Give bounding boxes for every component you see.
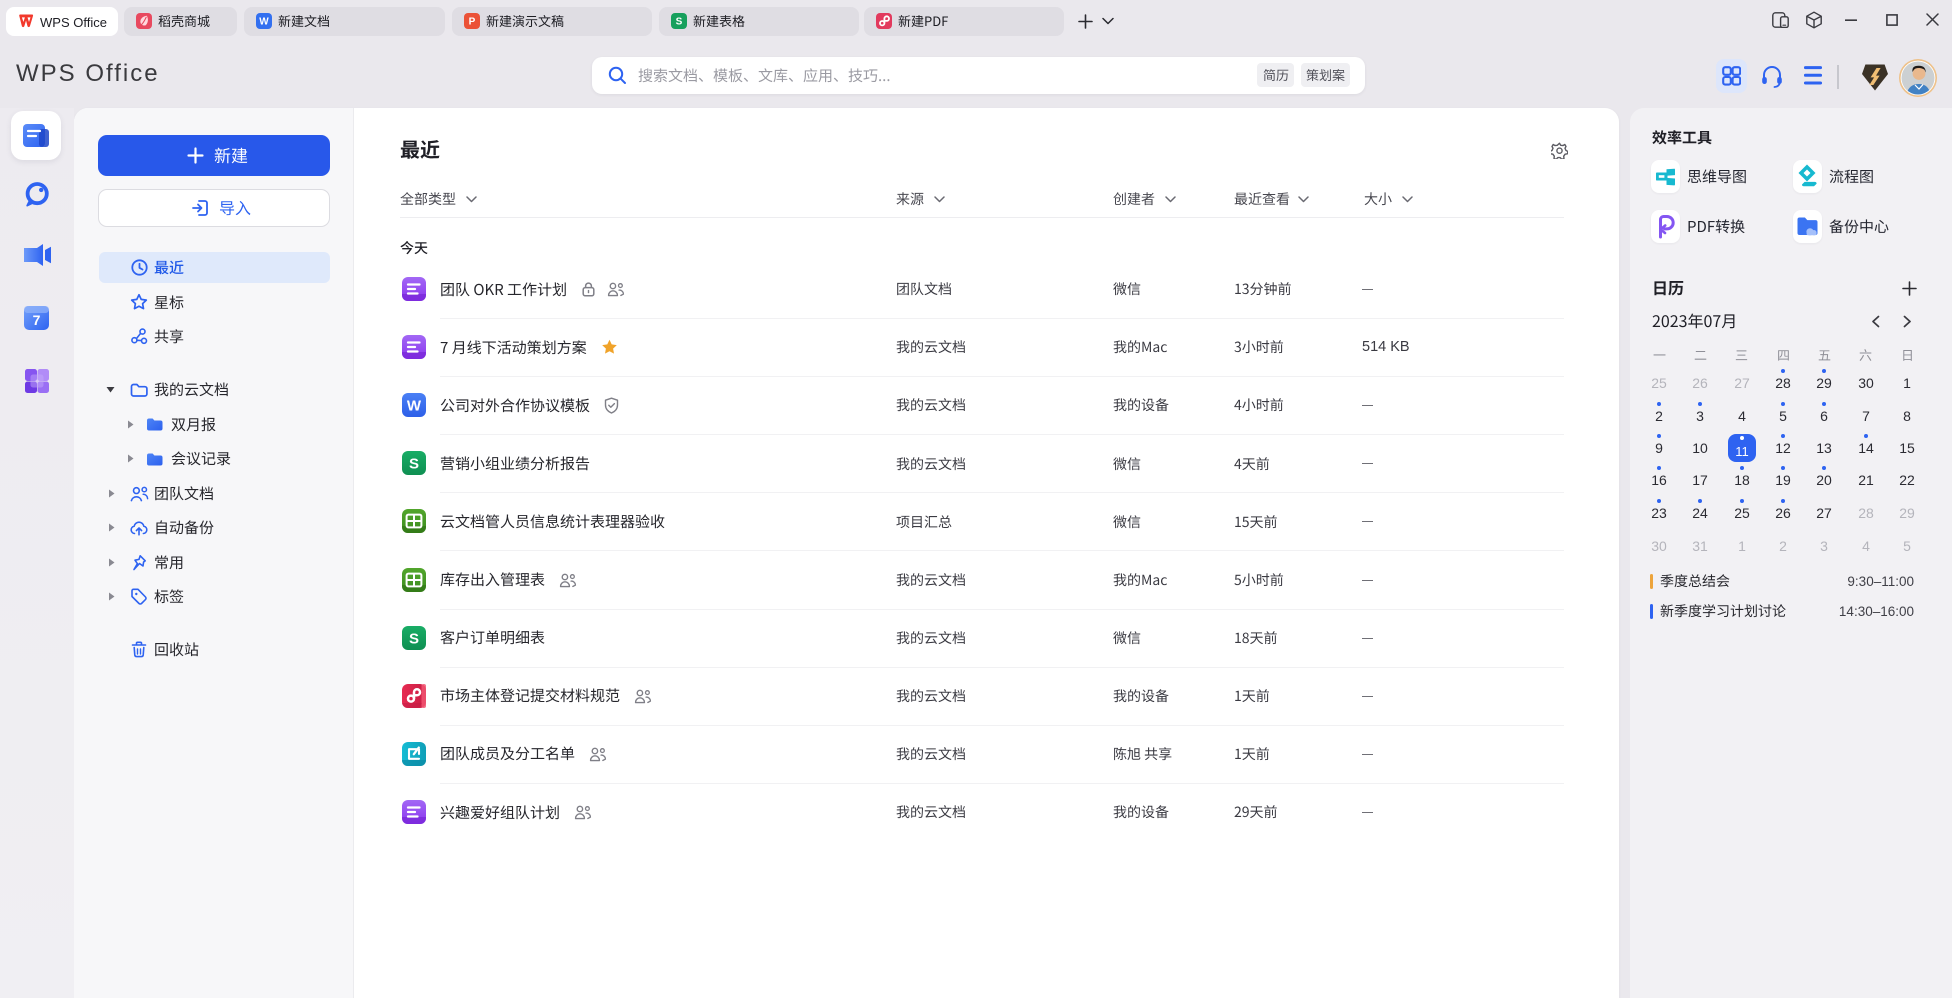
svg-text:S: S (676, 17, 683, 28)
svg-text:S: S (409, 456, 419, 473)
svg-text:7: 7 (33, 312, 41, 328)
svg-text:W: W (259, 17, 269, 28)
svg-text:W: W (407, 398, 422, 415)
svg-text:P: P (469, 17, 476, 28)
svg-text:S: S (409, 631, 419, 648)
